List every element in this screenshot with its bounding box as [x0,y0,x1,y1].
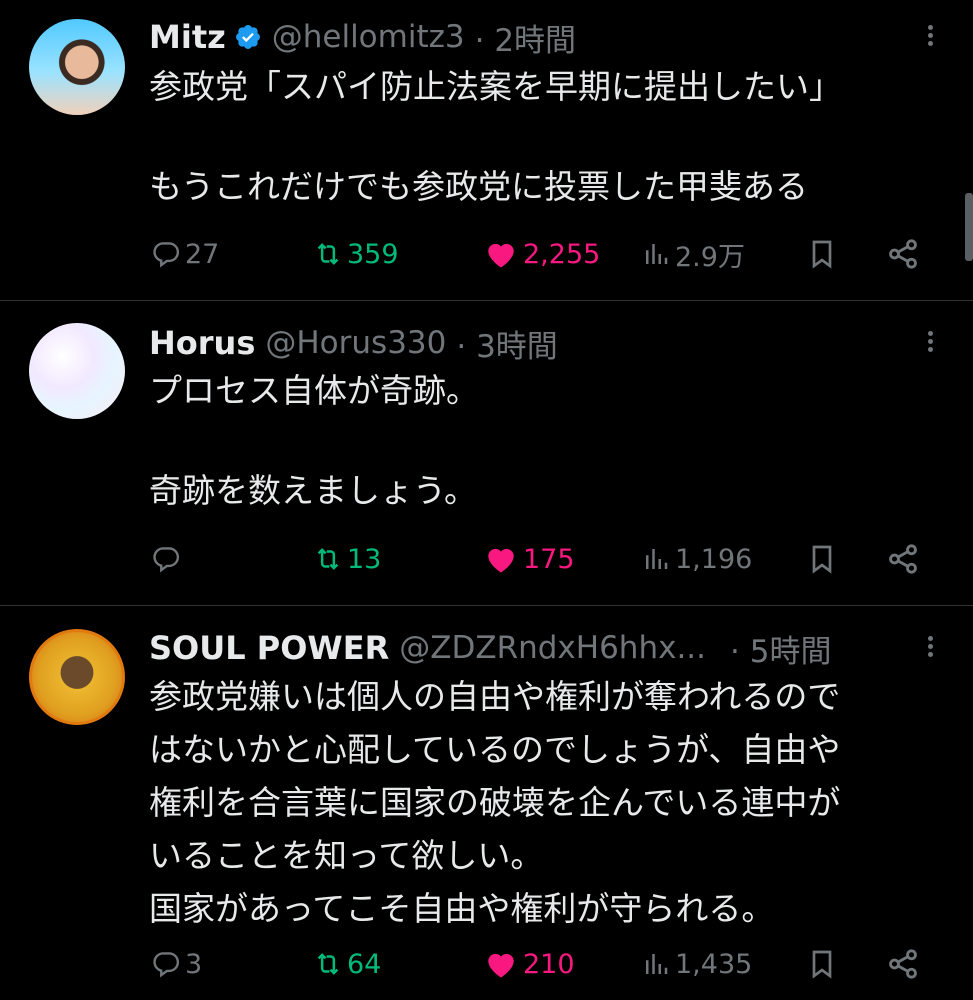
retweet-icon [317,548,339,570]
like-button[interactable]: 175 [483,539,575,579]
bookmark-icon [812,545,832,574]
views-button[interactable]: 2.9万 [641,234,745,274]
retweet-count: 64 [347,948,382,980]
reply-button[interactable] [151,539,185,579]
share-button[interactable] [886,944,924,984]
view-count: 1,435 [675,948,753,980]
analytics-icon [646,954,668,974]
display-name[interactable]: Horus [149,324,255,362]
analytics-icon [646,549,668,569]
reply-icon [153,952,180,978]
more-options-icon[interactable] [925,328,935,358]
views-button[interactable]: 1,435 [641,944,752,984]
heart-icon [488,953,514,978]
user-handle[interactable]: @ZDZRndxH6hhx... [399,630,706,666]
tweet-actions: 3 64 210 1,435 [0,944,973,984]
tweet-text: 参政党「スパイ防止法案を早期に提出したい」 もうこれだけでも参政党に投票した甲斐… [149,67,842,206]
reply-button[interactable]: 3 [151,944,202,984]
retweet-count: 359 [347,238,399,270]
reply-count: 3 [185,948,203,980]
retweet-icon [317,953,339,975]
scrollbar[interactable] [965,193,973,261]
tweet-header: SOUL POWER @ZDZRndxH6hhx... · 5時間 [149,625,831,671]
share-icon [889,239,917,269]
retweet-button[interactable]: 359 [313,234,399,274]
more-options-icon[interactable] [925,22,935,52]
tweet-actions: 13 175 1,196 [0,539,973,579]
divider [0,300,973,301]
user-handle[interactable]: @Horus330 [265,325,446,361]
heart-icon [488,243,514,268]
bookmark-button[interactable] [806,539,842,579]
like-button[interactable]: 210 [483,944,575,984]
timeline-feed: Mitz @hellomitz3 · 2時間 参政党「スパイ防止法案を早期に提出… [0,0,973,1000]
display-name[interactable]: SOUL POWER [149,629,389,667]
bookmark-icon [812,240,832,269]
tweet-header: Horus @Horus330 · 3時間 [149,320,558,366]
retweet-count: 13 [347,543,382,575]
avatar[interactable] [29,323,125,419]
analytics-icon [646,244,668,264]
reply-button[interactable]: 27 [151,234,219,274]
reply-icon [153,242,180,268]
like-count: 2,255 [523,238,601,270]
heart-icon [488,548,514,573]
tweet-actions: 27 359 2,255 2.9万 [0,234,973,274]
share-button[interactable] [886,539,924,579]
timestamp[interactable]: · 3時間 [456,321,557,366]
tweet-header: Mitz @hellomitz3 · 2時間 [149,14,576,60]
retweet-button[interactable]: 13 [313,539,381,579]
tweet-text: 参政党嫌いは個人の自由や権利が奪われるので はないかと心配しているのでしょうが、… [149,677,841,928]
retweet-icon [317,243,339,265]
like-button[interactable]: 2,255 [483,234,600,274]
like-count: 175 [523,543,575,575]
tweet-text: プロセス自体が奇跡。 奇跡を数えましょう。 [149,371,479,510]
avatar[interactable] [29,629,125,725]
bookmark-button[interactable] [806,944,842,984]
timestamp[interactable]: · 2時間 [475,15,576,60]
divider [0,605,973,606]
display-name[interactable]: Mitz [149,18,226,56]
bookmark-icon [812,950,832,979]
share-button[interactable] [886,234,924,274]
avatar[interactable] [29,19,125,115]
retweet-button[interactable]: 64 [313,944,381,984]
share-icon [889,949,917,979]
like-count: 210 [523,948,575,980]
reply-count: 27 [185,238,220,270]
more-options-icon[interactable] [925,633,935,663]
reply-icon [153,547,180,573]
views-button[interactable]: 1,196 [641,539,752,579]
user-handle[interactable]: @hellomitz3 [272,19,465,55]
view-count: 1,196 [675,543,753,575]
view-count: 2.9万 [675,241,745,273]
timestamp[interactable]: · 5時間 [730,626,831,671]
share-icon [889,544,917,574]
bookmark-button[interactable] [806,234,842,274]
verified-badge-icon [235,25,260,49]
